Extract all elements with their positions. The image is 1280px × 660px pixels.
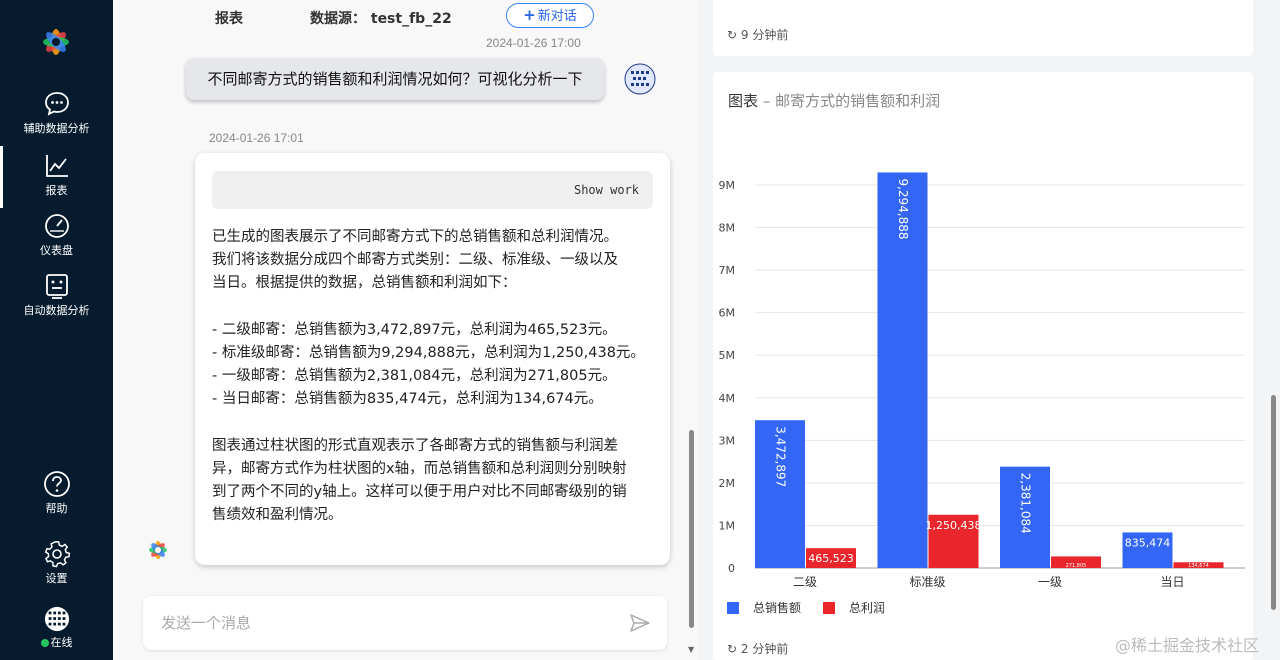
new-chat-label: 新对话 — [537, 9, 577, 24]
bot-message-text: 已生成的图表展示了不同邮寄方式下的总销售额和总利润情况。 我们将该数据分成四个邮… — [212, 226, 657, 528]
y-tick-label: 4M — [719, 392, 736, 405]
sidebar-item-label: 报表 — [45, 184, 68, 197]
y-tick-label: 0 — [728, 562, 735, 575]
sidebar-item-help[interactable]: 帮助 — [0, 470, 113, 526]
report-scrollbar[interactable] — [1271, 395, 1276, 610]
line-chart-icon — [45, 155, 68, 177]
sidebar-item-label: 辅助数据分析 — [23, 122, 90, 135]
y-tick-label: 6M — [719, 307, 736, 320]
watermark: @稀土掘金技术社区 — [1115, 636, 1260, 655]
robot-icon — [45, 274, 68, 299]
bot-text-line: 当日。根据提供的数据，总销售额和利润如下： — [212, 275, 517, 292]
y-tick-label: 5M — [719, 349, 736, 362]
show-work-button[interactable]: Show work — [212, 171, 653, 209]
bot-text-line: 到了两个不同的y轴上。这样可以便于用户对比不同邮寄级别的销 — [212, 484, 627, 501]
report-panel: ↻ 9 分钟前 图表 – 邮寄方式的销售额和利润 0 1M 2M 3M 4M 5M 6M 7M… — [698, 0, 1280, 660]
legend-label: 总利润 — [849, 601, 885, 615]
page-title: 报表 — [215, 11, 243, 27]
data-label: 3,472,897 — [774, 426, 788, 487]
user-avatar-icon — [44, 606, 69, 632]
data-label: 2,381,084 — [1019, 473, 1033, 534]
refresh-icon[interactable]: ↻ — [727, 642, 737, 656]
status-label: 在线 — [50, 636, 73, 649]
bot-text-line: 我们将该数据分成四个邮寄方式类别：二级、标准级、一级以及 — [212, 252, 618, 269]
bot-text-line: 已生成的图表展示了不同邮寄方式下的总销售额和总利润情况。 — [212, 229, 618, 245]
legend-swatch — [823, 602, 835, 614]
refresh-icon[interactable]: ↻ — [727, 28, 737, 42]
app-logo[interactable] — [38, 24, 74, 60]
chart-time-ago: 2 分钟前 — [740, 642, 789, 656]
y-tick-label: 9M — [719, 179, 736, 192]
x-tick-label: 二级 — [793, 575, 817, 589]
plus-icon: + — [523, 6, 536, 24]
sidebar-item-auto-analysis[interactable]: 自动数据分析 — [0, 272, 113, 328]
data-label: 9,294,888 — [896, 178, 910, 239]
bot-text-line: 异，邮寄方式作为柱状图的x轴，而总销售额和总利润则分别映射 — [212, 461, 627, 477]
help-icon — [43, 471, 70, 497]
bot-text-line — [212, 412, 657, 435]
x-tick-label: 一级 — [1038, 575, 1062, 589]
data-label: 835,474 — [1125, 536, 1171, 549]
chat-header: 报表 数据源： test_fb_22 + 新对话 — [113, 0, 698, 34]
gauge-icon — [44, 214, 69, 238]
sidebar-item-settings[interactable]: 设置 — [0, 540, 113, 596]
x-tick-label: 标准级 — [909, 575, 945, 589]
sidebar-item-assisted-analysis[interactable]: 辅助数据分析 — [0, 90, 113, 146]
y-tick-label: 1M — [719, 519, 736, 532]
new-chat-button[interactable]: + 新对话 — [506, 3, 594, 28]
legend-swatch — [727, 602, 739, 614]
bot-text-line: - 标准级邮寄：总销售额为9,294,888元，总利润为1,250,438元。 — [212, 345, 645, 361]
y-tick-label: 7M — [719, 264, 736, 277]
bot-text-line: - 二级邮寄：总销售额为3,472,897元，总利润为465,523元。 — [212, 321, 617, 338]
message-input-box — [143, 596, 667, 650]
send-icon[interactable] — [629, 612, 651, 634]
bar-chart: 0 1M 2M 3M 4M 5M 6M 7M 8M 9M 3,472,897 465,523 二级 9,2… — [719, 172, 1245, 615]
y-tick-label: 3M — [719, 434, 736, 447]
data-label: 1,250,438 — [926, 519, 982, 532]
sidebar-item-dashboard[interactable]: 仪表盘 — [0, 212, 113, 268]
data-label: 465,523 — [808, 552, 854, 565]
bot-text-line: 售绩效和盈利情况。 — [212, 507, 343, 524]
chart-card: 图表 – 邮寄方式的销售额和利润 0 1M 2M 3M 4M 5M 6M 7M 8M 9M 3,47… — [713, 72, 1253, 660]
bot-avatar — [149, 541, 167, 559]
card-time-ago: 9 分钟前 — [740, 28, 789, 42]
sidebar: 辅助数据分析 报表 仪表盘 自动数据分析 帮助 设置 在线 — [0, 0, 113, 660]
bot-message-timestamp: 2024-01-26 17:01 — [209, 131, 304, 145]
sidebar-item-label: 仪表盘 — [40, 244, 73, 257]
scroll-down-icon[interactable]: ▼ — [688, 645, 694, 654]
previous-chart-card: ↻ 9 分钟前 — [713, 0, 1253, 56]
online-status-dot — [40, 639, 49, 647]
chat-bubble-icon — [44, 92, 69, 116]
legend-label: 总销售额 — [753, 600, 801, 615]
data-label: 134,674 — [1188, 563, 1209, 569]
settings-label: 设置 — [45, 572, 68, 585]
bot-text-line: - 当日邮寄：总销售额为835,474元，总利润为134,674元。 — [212, 391, 603, 408]
sidebar-item-label: 自动数据分析 — [23, 304, 90, 317]
message-input[interactable] — [161, 610, 601, 636]
user-status[interactable]: 在线 — [0, 606, 113, 660]
y-tick-label: 8M — [719, 222, 736, 235]
gear-icon — [44, 541, 70, 568]
bot-message: Show work 已生成的图表展示了不同邮寄方式下的总销售额和总利润情况。 我… — [195, 153, 670, 565]
help-label: 帮助 — [45, 502, 68, 515]
user-message: 不同邮寄方式的销售额和利润情况如何？可视化分析一下 — [186, 58, 604, 100]
bot-text-line: 图表通过柱状图的形式直观表示了各邮寄方式的销售额与利润差 — [212, 437, 618, 454]
data-label: 271,805 — [1066, 563, 1087, 569]
y-tick-label: 2M — [719, 477, 736, 490]
chat-scrollbar[interactable] — [689, 430, 694, 628]
bot-text-line: - 一级邮寄：总销售额为2,381,084元，总利润为271,805元。 — [212, 368, 617, 385]
sidebar-item-reports[interactable]: 报表 — [0, 146, 113, 208]
chat-pane: 报表 数据源： test_fb_22 + 新对话 2024-01-26 17:00… — [113, 0, 698, 660]
user-avatar — [624, 63, 656, 95]
x-tick-label: 当日 — [1160, 575, 1184, 589]
datasource-label: 数据源： test_fb_22 — [310, 11, 452, 27]
bot-text-line — [212, 296, 657, 319]
user-message-timestamp: 2024-01-26 17:00 — [486, 36, 581, 50]
